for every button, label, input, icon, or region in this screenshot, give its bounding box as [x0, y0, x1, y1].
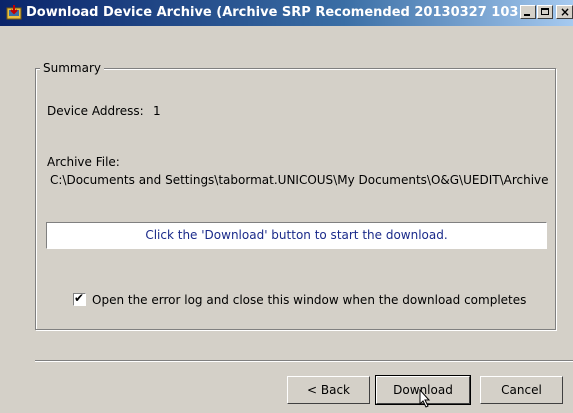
back-button[interactable]: < Back	[287, 376, 370, 404]
mouse-pointer-icon	[419, 389, 431, 408]
window-title: Download Device Archive (Archive SRP Rec…	[26, 5, 518, 20]
device-address-value: 1	[153, 104, 161, 118]
device-address-label: Device Address:	[47, 104, 144, 118]
minimize-button[interactable]	[520, 5, 536, 19]
error-log-checkbox[interactable]: ✔	[73, 291, 86, 306]
cancel-button[interactable]: Cancel	[480, 376, 563, 404]
close-button[interactable]: ×	[556, 5, 573, 19]
summary-legend: Summary	[40, 60, 104, 76]
close-icon: ×	[560, 5, 571, 19]
maximize-button[interactable]	[537, 5, 553, 19]
maximize-icon	[541, 8, 549, 15]
archive-file-path: C:\Documents and Settings\tabormat.UNICO…	[50, 173, 549, 187]
error-log-checkbox-label[interactable]: Open the error log and close this window…	[92, 292, 526, 308]
status-message: Click the 'Download' button to start the…	[46, 222, 547, 249]
button-separator	[35, 360, 573, 362]
minimize-icon	[524, 14, 530, 16]
archive-file-label: Archive File:	[47, 155, 120, 169]
app-download-icon	[6, 5, 22, 20]
checkmark-icon: ✔	[74, 291, 85, 305]
title-bar[interactable]: Download Device Archive (Archive SRP Rec…	[0, 0, 573, 26]
